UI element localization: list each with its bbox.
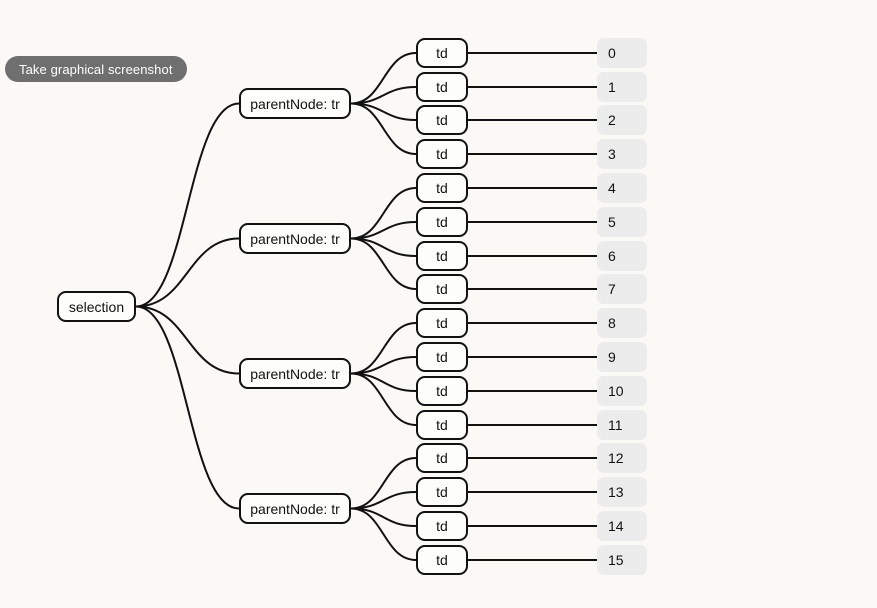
tree-node-td-13[interactable]: td [416,477,468,507]
tree-node-td-8-label: td [436,315,448,331]
tree-node-td-15[interactable]: td [416,545,468,575]
tree-node-parent-0-label: parentNode: tr [250,95,340,112]
diagram-canvas: selection parentNode: tr parentNode: tr par… [0,0,877,608]
tree-node-td-7[interactable]: td [416,274,468,304]
tree-node-td-9[interactable]: td [416,342,468,372]
tree-link-parent-td-1 [350,86,417,105]
tree-node-td-9-label: td [436,349,448,365]
tree-link-parent-td-11 [350,372,417,426]
tree-leaf-value-0-label: 0 [608,45,616,61]
tree-leaf-value-8-label: 8 [608,315,616,331]
tree-leaf-value-4[interactable]: 4 [597,173,647,203]
tree-link-parent-td-8 [350,322,417,375]
tree-node-td-6[interactable]: td [416,241,468,271]
tree-node-td-4-label: td [436,180,448,196]
tree-node-td-5-label: td [436,214,448,230]
tree-node-td-13-label: td [436,484,448,500]
tree-link-parent-td-3 [350,102,417,155]
tree-node-td-0-label: td [436,45,448,61]
tree-leaf-value-2[interactable]: 2 [597,105,647,135]
take-graphical-screenshot-button[interactable]: Take graphical screenshot [5,56,187,82]
tree-node-td-10[interactable]: td [416,376,468,406]
tree-leaf-value-7-label: 7 [608,281,616,297]
tree-leaf-value-12-label: 12 [608,450,624,466]
tree-leaf-value-3-label: 3 [608,146,616,162]
tree-node-parent-2-label: parentNode: tr [250,365,340,382]
tree-leaf-value-6-label: 6 [608,248,616,264]
tree-link-root-parent-1 [135,237,240,308]
tree-node-parent-3-label: parentNode: tr [250,500,340,517]
tree-link-parent-td-10 [350,372,417,392]
tree-node-td-11-label: td [436,417,448,433]
tree-node-td-15-label: td [436,552,448,568]
tree-leaf-value-14-label: 14 [608,518,624,534]
tree-node-td-12[interactable]: td [416,443,468,473]
tree-leaf-value-5-label: 5 [608,214,616,230]
tree-link-parent-td-5 [350,221,417,240]
tree-leaf-value-7[interactable]: 7 [597,274,647,304]
tree-leaf-value-14[interactable]: 14 [597,511,647,541]
tree-link-parent-td-12 [350,457,417,510]
tree-node-parent-1[interactable]: parentNode: tr [239,223,351,254]
tree-node-td-6-label: td [436,248,448,264]
tree-link-parent-td-15 [350,507,417,561]
tree-leaf-value-2-label: 2 [608,112,616,128]
tree-leaf-value-1-label: 1 [608,79,616,95]
tree-node-td-7-label: td [436,281,448,297]
tree-link-parent-td-7 [350,237,417,290]
tree-node-td-2-label: td [436,112,448,128]
tree-leaf-value-1[interactable]: 1 [597,72,647,102]
tree-link-parent-td-14 [350,507,417,527]
tree-node-selection-label: selection [68,298,125,315]
tree-leaf-value-5[interactable]: 5 [597,207,647,237]
tree-node-td-11[interactable]: td [416,410,468,440]
tree-leaf-value-10-label: 10 [608,383,624,399]
tree-leaf-value-12[interactable]: 12 [597,443,647,473]
tree-node-td-0[interactable]: td [416,38,468,68]
tree-leaf-value-8[interactable]: 8 [597,308,647,338]
tree-node-selection[interactable]: selection [57,291,136,322]
tree-node-td-12-label: td [436,450,448,466]
tree-leaf-value-6[interactable]: 6 [597,241,647,271]
tree-node-parent-0[interactable]: parentNode: tr [239,88,351,119]
tree-node-parent-3[interactable]: parentNode: tr [239,493,351,524]
tree-leaf-value-11[interactable]: 11 [597,410,647,440]
tree-node-td-4[interactable]: td [416,173,468,203]
tree-leaf-value-0[interactable]: 0 [597,38,647,68]
tree-link-root-parent-3 [135,305,240,510]
tree-leaf-value-9[interactable]: 9 [597,342,647,372]
tree-leaf-value-10[interactable]: 10 [597,376,647,406]
tree-link-parent-td-13 [350,491,417,510]
tree-node-td-3[interactable]: td [416,139,468,169]
tree-leaf-value-11-label: 11 [608,417,623,433]
tree-link-parent-td-0 [350,52,417,105]
tree-leaf-value-15-label: 15 [608,552,624,568]
tree-link-parent-td-9 [350,356,417,375]
tree-node-td-14-label: td [436,518,448,534]
tree-node-parent-2[interactable]: parentNode: tr [239,358,351,389]
tree-node-td-5[interactable]: td [416,207,468,237]
tree-leaf-value-4-label: 4 [608,180,616,196]
tree-link-parent-td-4 [350,187,417,240]
tree-leaf-value-13[interactable]: 13 [597,477,647,507]
tree-link-parent-td-6 [350,237,417,257]
tree-node-td-1[interactable]: td [416,72,468,102]
tree-link-root-parent-0 [135,102,240,308]
tree-node-td-8[interactable]: td [416,308,468,338]
tree-node-td-3-label: td [436,146,448,162]
tree-leaf-value-15[interactable]: 15 [597,545,647,575]
tree-link-root-parent-2 [135,305,240,375]
tree-node-parent-1-label: parentNode: tr [250,230,340,247]
tree-link-parent-td-2 [350,102,417,121]
tree-node-td-1-label: td [436,79,448,95]
tree-leaf-value-9-label: 9 [608,349,616,365]
tree-node-td-10-label: td [436,383,448,399]
tree-leaf-value-3[interactable]: 3 [597,139,647,169]
tree-node-td-2[interactable]: td [416,105,468,135]
tree-leaf-value-13-label: 13 [608,484,624,500]
tree-node-td-14[interactable]: td [416,511,468,541]
